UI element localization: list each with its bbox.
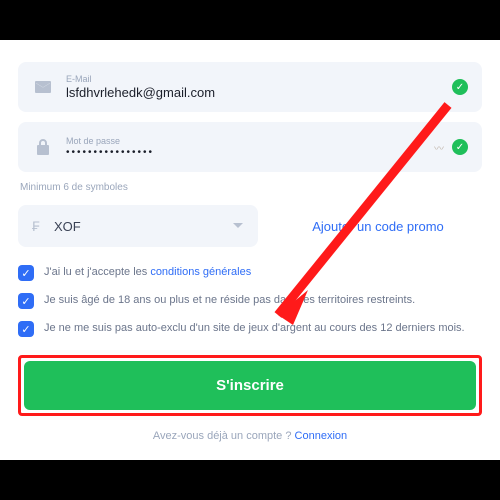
- terms-checkbox-row: ✓ J'ai lu et j'accepte les conditions gé…: [18, 265, 482, 281]
- email-input[interactable]: [66, 85, 452, 100]
- terms-link[interactable]: conditions générales: [150, 266, 251, 278]
- agreements: ✓ J'ai lu et j'accepte les conditions gé…: [18, 265, 482, 337]
- age-text: Je suis âgé de 18 ans ou plus et ne rési…: [44, 293, 415, 308]
- selfexcl-checkbox-row: ✓ Je ne me suis pas auto-exclu d'un site…: [18, 321, 482, 337]
- currency-symbol: ₣: [32, 218, 54, 234]
- check-icon: ✓: [452, 79, 468, 95]
- email-field[interactable]: E-Mail ✓: [18, 62, 482, 112]
- signup-panel: E-Mail ✓ Mot de passe 〰 ✓ Minimum 6 de s…: [0, 40, 500, 460]
- password-hint: Minimum 6 de symboles: [20, 182, 482, 193]
- login-link[interactable]: Connexion: [295, 430, 348, 442]
- selfexcl-text: Je ne me suis pas auto-exclu d'un site d…: [44, 321, 465, 336]
- login-prompt: Avez-vous déjà un compte ? Connexion: [18, 430, 482, 442]
- age-checkbox-row: ✓ Je suis âgé de 18 ans ou plus et ne ré…: [18, 293, 482, 309]
- terms-text: J'ai lu et j'accepte les conditions géné…: [44, 265, 251, 280]
- mail-icon: [32, 81, 54, 93]
- checkbox[interactable]: ✓: [18, 321, 34, 337]
- currency-code: XOF: [54, 219, 232, 234]
- signup-button[interactable]: S'inscrire: [24, 361, 476, 410]
- password-label: Mot de passe: [66, 136, 434, 147]
- email-label: E-Mail: [66, 74, 452, 85]
- checkbox[interactable]: ✓: [18, 293, 34, 309]
- lock-icon: [32, 139, 54, 155]
- highlight-box: S'inscrire: [18, 355, 482, 416]
- checkbox[interactable]: ✓: [18, 265, 34, 281]
- toggle-visibility-icon[interactable]: 〰: [434, 140, 444, 155]
- check-icon: ✓: [452, 139, 468, 155]
- currency-select[interactable]: ₣ XOF: [18, 205, 258, 247]
- chevron-down-icon: [232, 217, 244, 235]
- add-promo-link[interactable]: Ajouter un code promo: [274, 219, 482, 234]
- password-field[interactable]: Mot de passe 〰 ✓: [18, 122, 482, 172]
- password-input[interactable]: [66, 147, 434, 158]
